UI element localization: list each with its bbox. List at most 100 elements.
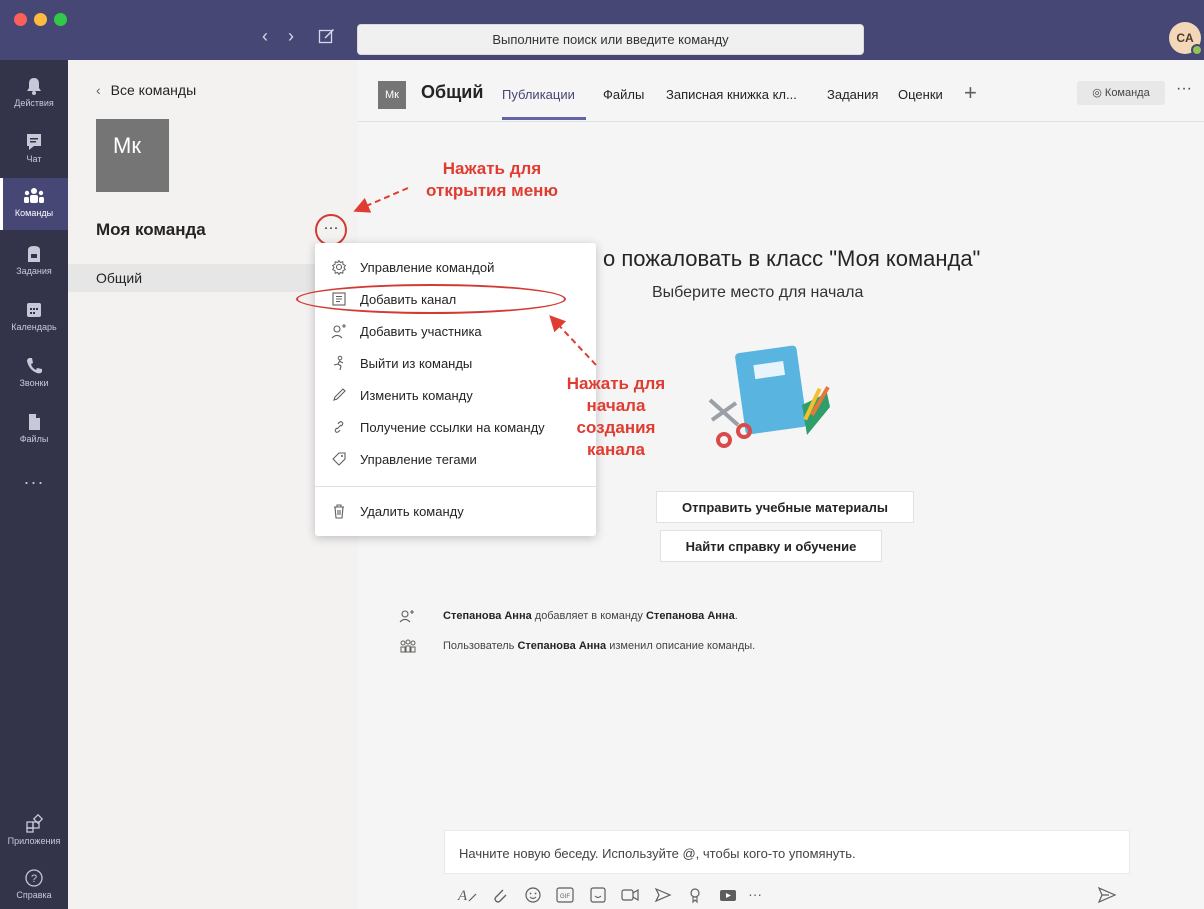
annotation-line: открытия меню <box>426 181 558 200</box>
rail-item-apps[interactable]: Приложения <box>0 806 68 858</box>
team-more-options-button[interactable]: ··· <box>315 214 347 246</box>
rail-label: Календарь <box>11 322 57 332</box>
activity-item: Степанова Анна добавляет в команду Степа… <box>398 608 738 624</box>
rail-item-assignments[interactable]: Задания <box>0 236 68 288</box>
add-tab-button[interactable]: + <box>964 80 977 106</box>
bell-icon <box>27 78 41 95</box>
compose-toolbar: A GIF ··· <box>456 885 762 909</box>
team-avatar: Мк <box>96 119 169 192</box>
all-teams-label: Все команды <box>110 82 197 98</box>
tab-files[interactable]: Файлы <box>603 87 644 102</box>
tab-grades[interactable]: Оценки <box>898 87 943 102</box>
format-icon[interactable]: A <box>456 885 480 905</box>
annotation-create-channel: Нажать для начала создания канала <box>556 373 676 461</box>
tab-assignments[interactable]: Задания <box>827 87 878 102</box>
tab-posts[interactable]: Публикации <box>502 87 575 102</box>
add-person-icon <box>331 324 346 339</box>
rail-item-calendar[interactable]: Календарь <box>0 292 68 344</box>
search-input[interactable]: Выполните поиск или введите команду <box>357 24 864 55</box>
attach-icon[interactable] <box>488 885 512 905</box>
svg-text:A: A <box>457 888 468 904</box>
rail-label: Действия <box>14 98 54 108</box>
app-rail: Действия Чат Команды Задания Календарь З… <box>0 60 68 909</box>
activity-target: Степанова Анна <box>645 609 735 622</box>
user-avatar[interactable]: CA <box>1169 22 1203 56</box>
files-icon <box>29 414 40 430</box>
menu-item-manage-team[interactable]: Управление командой <box>315 253 596 283</box>
menu-item-manage-tags[interactable]: Управление тегами <box>315 445 596 475</box>
rail-item-calls[interactable]: Звонки <box>0 348 68 400</box>
menu-item-leave-team[interactable]: Выйти из команды <box>315 349 596 379</box>
add-person-icon <box>399 610 414 623</box>
emoji-icon[interactable] <box>521 885 545 905</box>
chat-icon <box>27 134 41 150</box>
team-info-button[interactable]: ◎ Команда <box>1077 81 1165 105</box>
tag-icon <box>332 452 346 466</box>
menu-item-label: Выйти из команды <box>360 356 473 371</box>
activity-pre: Пользователь <box>443 639 518 652</box>
minimize-window-button[interactable] <box>34 13 47 26</box>
chevron-left-icon: ‹ <box>96 82 101 98</box>
menu-item-edit-team[interactable]: Изменить команду <box>315 381 596 411</box>
menu-item-label: Управление командой <box>360 260 495 275</box>
welcome-title: о пожаловать в класс "Моя команда" <box>603 246 981 271</box>
class-illustration <box>708 345 830 448</box>
back-arrow-icon[interactable]: ‹ <box>262 26 268 47</box>
teams-icon <box>24 188 44 203</box>
all-teams-link[interactable]: ‹ Все команды <box>96 82 196 98</box>
rail-item-chat[interactable]: Чат <box>0 124 68 176</box>
rail-label: Задания <box>16 266 52 276</box>
rail-label: Справка <box>16 890 52 900</box>
presence-badge <box>1191 44 1203 56</box>
send-arrow-icon[interactable] <box>651 885 675 905</box>
activity-end: . <box>734 609 738 622</box>
menu-item-label: Получение ссылки на команду <box>360 420 545 435</box>
activity-item: Пользователь Степанова Анна изменил опис… <box>398 638 755 654</box>
maximize-window-button[interactable] <box>54 13 67 26</box>
rail-label: Звонки <box>19 378 49 388</box>
annotation-line: канала <box>587 440 645 459</box>
header-more-button[interactable]: ··· <box>1176 80 1192 98</box>
annotation-line: создания <box>576 418 656 437</box>
toolbar-more-button[interactable]: ··· <box>748 886 762 902</box>
send-materials-button[interactable]: Отправить учебные материалы <box>656 491 914 523</box>
channel-team-avatar: Мк <box>378 81 406 109</box>
channel-header: Мк Общий Публикации Файлы Записная книжк… <box>358 60 1204 122</box>
rail-item-teams[interactable]: Команды <box>0 178 68 230</box>
compose-icon[interactable] <box>318 27 336 45</box>
rail-label: Файлы <box>19 434 49 444</box>
phone-icon <box>27 358 42 374</box>
channel-label: Общий <box>96 270 143 286</box>
link-icon <box>334 421 344 433</box>
new-conversation-input[interactable]: Начните новую беседу. Используйте @, что… <box>444 830 1130 874</box>
video-clip-icon[interactable] <box>716 885 740 905</box>
team-info-label: Команда <box>1104 87 1150 99</box>
menu-item-label: Изменить команду <box>360 388 473 403</box>
meet-now-icon[interactable] <box>618 885 642 905</box>
rail-more-button[interactable]: ··· <box>0 472 68 493</box>
menu-item-delete-team[interactable]: Удалить команду <box>315 497 596 527</box>
svg-text:GIF: GIF <box>560 894 570 900</box>
rail-item-activity[interactable]: Действия <box>0 68 68 120</box>
rail-item-files[interactable]: Файлы <box>0 404 68 456</box>
close-window-button[interactable] <box>14 13 27 26</box>
menu-item-label: Удалить команду <box>360 504 464 519</box>
help-icon: ? <box>25 869 43 887</box>
menu-item-add-member[interactable]: Добавить участника <box>315 317 596 347</box>
avatar-initials: CA <box>1176 31 1194 45</box>
find-help-button[interactable]: Найти справку и обучение <box>660 530 882 562</box>
activity-text: добавляет в команду <box>531 609 646 622</box>
activity-actor: Степанова Анна <box>443 609 532 622</box>
sticker-icon[interactable] <box>586 885 610 905</box>
activity-text: изменил описание команды. <box>606 639 756 652</box>
gif-icon[interactable]: GIF <box>553 885 577 905</box>
menu-item-label: Управление тегами <box>360 452 477 467</box>
calendar-icon <box>27 303 41 317</box>
praise-icon[interactable] <box>683 885 707 905</box>
menu-item-get-link[interactable]: Получение ссылки на команду <box>315 413 596 443</box>
rail-item-help[interactable]: ? Справка <box>0 860 68 909</box>
tab-notebook[interactable]: Записная книжка кл... <box>666 87 797 102</box>
assignments-icon <box>28 246 40 262</box>
send-icon[interactable] <box>1097 886 1117 904</box>
forward-arrow-icon[interactable]: › <box>288 26 294 47</box>
